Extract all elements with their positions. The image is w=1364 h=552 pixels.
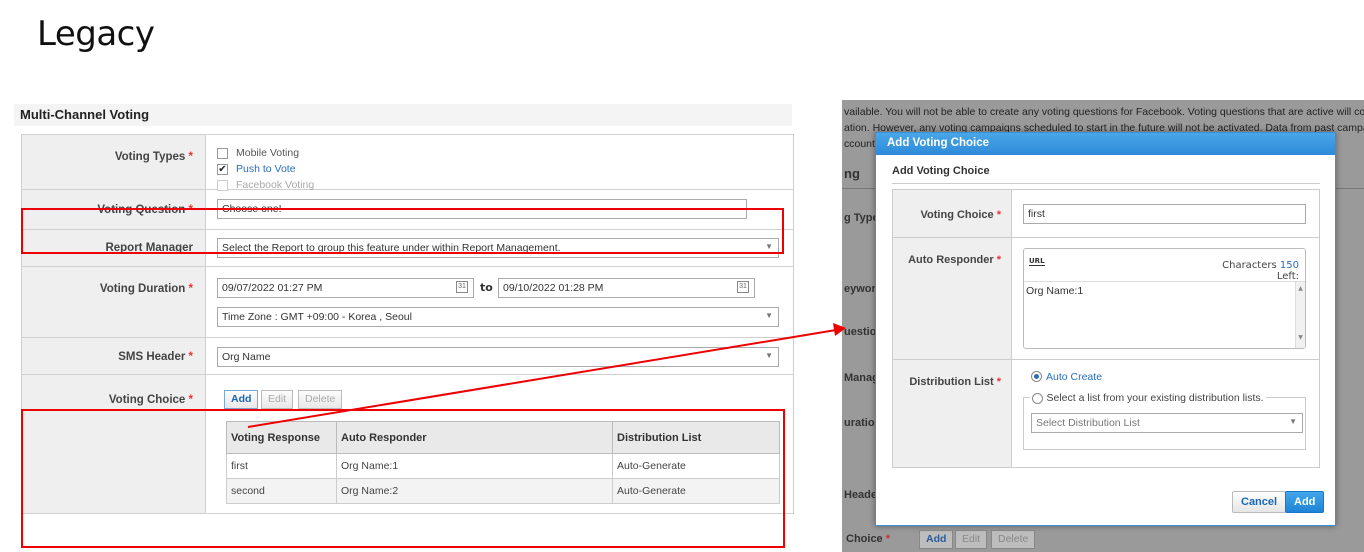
modal-voting-choice-label: Voting Choice * bbox=[893, 190, 1012, 237]
row-voting-choice: i Voting Choice * Add Edit Delete Voting… bbox=[21, 375, 794, 514]
page-title: Legacy bbox=[37, 14, 155, 54]
delete-choice-button[interactable]: Delete bbox=[298, 390, 343, 409]
modal-title: Add Voting Choice bbox=[876, 133, 1335, 155]
panel-header: Multi-Channel Voting bbox=[14, 104, 792, 126]
modal-add-button[interactable]: Add bbox=[1285, 491, 1325, 513]
chevron-down-icon: ▼ bbox=[765, 351, 773, 360]
column-header: Distribution List bbox=[612, 421, 780, 454]
row-voting-question: Voting Question * Choose one! bbox=[21, 190, 794, 230]
report-manager-label: Report Manager bbox=[22, 230, 206, 266]
auto-create-radio[interactable] bbox=[1031, 371, 1042, 382]
bg-edit-button: Edit bbox=[955, 530, 988, 549]
calendar-icon[interactable]: 31 bbox=[456, 281, 468, 293]
column-header: Auto Responder bbox=[336, 421, 613, 454]
bg-add-button: Add bbox=[919, 530, 954, 549]
start-date-input[interactable]: 09/07/2022 01:27 PM 31 bbox=[217, 278, 474, 298]
end-date-input[interactable]: 09/10/2022 01:28 PM 31 bbox=[498, 278, 755, 298]
table-cell: first bbox=[226, 453, 337, 479]
modal-row-auto-responder: Auto Responder * URL Characters 150 Left… bbox=[892, 238, 1320, 360]
table-row[interactable]: first Org Name:1 Auto-Generate bbox=[226, 453, 780, 479]
calendar-icon[interactable]: 31 bbox=[737, 281, 749, 293]
bg-notice-line: vailable. You will not be able to create… bbox=[844, 106, 1364, 118]
voting-question-input[interactable]: Choose one! bbox=[217, 199, 747, 219]
row-voting-types: i Voting Types * Mobile Voting ✔ Push to… bbox=[21, 135, 794, 191]
voting-choice-table: Voting Response Auto Responder Distribut… bbox=[226, 421, 780, 504]
table-cell: Auto-Generate bbox=[612, 478, 780, 504]
bg-label: eywor bbox=[844, 283, 876, 295]
url-shortener-icon[interactable]: URL bbox=[1029, 258, 1045, 266]
bg-delete-button: Delete bbox=[991, 530, 1036, 549]
add-voting-choice-modal: Add Voting Choice Add Voting Choice Voti… bbox=[875, 132, 1336, 526]
modal-row-voting-choice: Voting Choice * first bbox=[892, 190, 1320, 238]
auto-responder-text: Org Name:1 bbox=[1026, 285, 1084, 297]
voting-question-label: Voting Question * bbox=[22, 190, 206, 229]
edit-choice-button[interactable]: Edit bbox=[261, 390, 294, 409]
push-to-vote-checkbox[interactable]: ✔ bbox=[217, 164, 228, 175]
mobile-voting-checkbox[interactable] bbox=[217, 148, 228, 159]
modal-row-distribution-list: Distribution List * Auto Create Select a… bbox=[892, 360, 1320, 468]
bg-label: g Type bbox=[844, 212, 879, 224]
auto-create-label: Auto Create bbox=[1046, 371, 1103, 383]
chevron-down-icon: ▼ bbox=[765, 311, 773, 320]
cancel-button[interactable]: Cancel bbox=[1232, 491, 1287, 513]
bg-label: uestio bbox=[844, 326, 877, 338]
modal-distribution-list-label: Distribution List * bbox=[893, 360, 1012, 467]
table-cell: Org Name:1 bbox=[336, 453, 613, 479]
table-cell: Org Name:2 bbox=[336, 478, 613, 504]
add-choice-button[interactable]: Add bbox=[224, 390, 259, 409]
character-counter: Characters 150 Left: bbox=[1222, 260, 1299, 282]
table-cell: second bbox=[226, 478, 337, 504]
legacy-form-panel: Multi-Channel Voting i Voting Types * Mo… bbox=[14, 100, 794, 552]
report-manager-select[interactable]: Select the Report to group this feature … bbox=[217, 238, 779, 258]
modal-divider bbox=[892, 183, 1320, 184]
voting-duration-label: Voting Duration * bbox=[22, 267, 206, 337]
bg-header: ng bbox=[844, 166, 860, 181]
row-report-manager: Report Manager Select the Report to grou… bbox=[21, 230, 794, 267]
voting-types-label: Voting Types * bbox=[22, 135, 206, 189]
modal-form: Voting Choice * first Auto Responder * U… bbox=[892, 189, 1320, 468]
chevron-down-icon: ▼ bbox=[765, 242, 773, 251]
auto-responder-textarea[interactable]: Org Name:1 ▲ ▼ bbox=[1024, 281, 1305, 349]
bg-label: Choice * bbox=[846, 533, 891, 545]
bg-label: Manag bbox=[844, 372, 879, 384]
voting-choice-label: Voting Choice * bbox=[22, 375, 206, 513]
modal-auto-responder-label: Auto Responder * bbox=[893, 238, 1012, 359]
existing-list-radio[interactable] bbox=[1032, 392, 1043, 404]
table-row[interactable]: second Org Name:2 Auto-Generate bbox=[226, 478, 780, 504]
table-cell: Auto-Generate bbox=[612, 453, 780, 479]
auto-responder-editor: URL Characters 150 Left: Org Name:1 ▲ ▼ bbox=[1023, 248, 1306, 349]
chevron-down-icon: ▼ bbox=[1289, 417, 1297, 426]
timezone-select[interactable]: Time Zone : GMT +09:00 - Korea , Seoul ▼ bbox=[217, 307, 779, 327]
bg-notice-line: ccount. bbox=[844, 138, 878, 150]
existing-list-legend: Select a list from your existing distrib… bbox=[1030, 391, 1266, 404]
column-header: Voting Response bbox=[226, 421, 337, 454]
bg-label: uratio bbox=[844, 417, 875, 429]
modal-voting-choice-input[interactable]: first bbox=[1023, 204, 1306, 224]
textarea-scrollbar[interactable]: ▲ ▼ bbox=[1295, 282, 1305, 348]
form-table: i Voting Types * Mobile Voting ✔ Push to… bbox=[21, 134, 794, 514]
mobile-voting-label: Mobile Voting bbox=[236, 147, 300, 159]
sms-header-label: SMS Header * bbox=[22, 338, 206, 374]
bg-label: Heade bbox=[844, 489, 878, 501]
row-sms-header: i SMS Header * Org Name ▼ bbox=[21, 338, 794, 375]
to-label: to bbox=[480, 281, 493, 294]
existing-list-label: Select a list from your existing distrib… bbox=[1046, 392, 1264, 404]
row-voting-duration: Voting Duration * 09/07/2022 01:27 PM 31… bbox=[21, 267, 794, 338]
push-to-vote-label: Push to Vote bbox=[236, 163, 296, 175]
sms-header-select[interactable]: Org Name ▼ bbox=[217, 347, 779, 367]
distribution-list-select[interactable]: Select Distribution List ▼ bbox=[1031, 413, 1303, 433]
modal-subtitle: Add Voting Choice bbox=[892, 165, 990, 177]
